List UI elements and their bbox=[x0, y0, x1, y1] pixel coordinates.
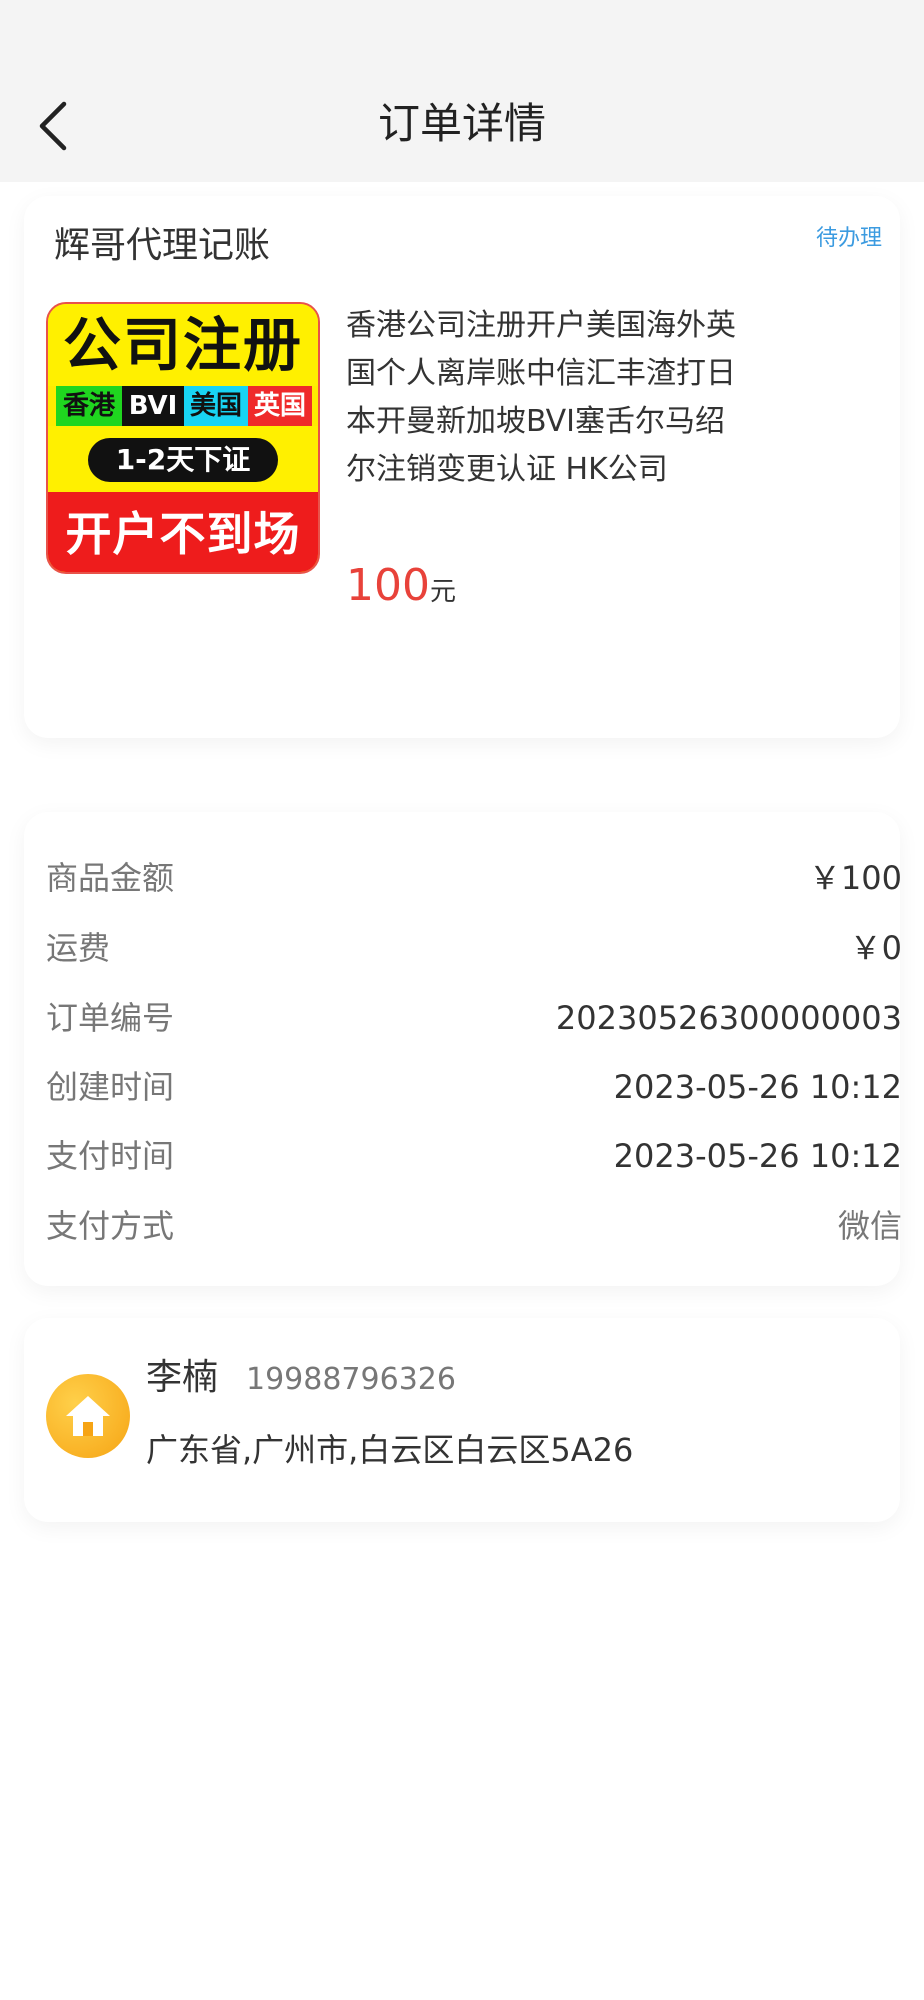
product-image-tag: 香港 bbox=[56, 386, 122, 426]
top-bar: 订单详情 bbox=[0, 0, 924, 182]
price-unit: 元 bbox=[429, 577, 456, 607]
detail-row-created-time: 创建时间 2023-05-26 10:12 bbox=[46, 1061, 902, 1113]
detail-row-goods-amount: 商品金额 ￥100 bbox=[46, 852, 902, 904]
product-image-tag: 英国 bbox=[248, 386, 312, 426]
product-image[interactable]: 公司注册 香港 BVI 美国 英国 1-2天下证 开户不到场 bbox=[46, 302, 320, 574]
detail-label: 创建时间 bbox=[46, 1068, 175, 1106]
detail-label: 订单编号 bbox=[46, 999, 175, 1037]
shipping-address: 广东省,广州市,白云区白云区5A26 bbox=[146, 1431, 634, 1469]
detail-label: 运费 bbox=[46, 929, 111, 967]
product-image-tag: BVI bbox=[122, 386, 184, 426]
contact-name: 李楠 bbox=[146, 1357, 219, 1398]
detail-value: 2023-05-26 10:12 bbox=[613, 1068, 902, 1106]
detail-label: 商品金额 bbox=[46, 859, 175, 897]
detail-value: ￥0 bbox=[849, 929, 902, 967]
detail-value: ￥100 bbox=[808, 859, 902, 897]
detail-row-order-number: 订单编号 20230526300000003 bbox=[46, 992, 902, 1044]
store-name: 辉哥代理记账 bbox=[54, 225, 271, 266]
product-title[interactable]: 香港公司注册开户美国海外英国个人离岸账中信汇丰渣打日本开曼新加坡BVI塞舌尔马绍… bbox=[346, 302, 736, 494]
order-details-card: 商品金额 ￥100 运费 ￥0 订单编号 20230526300000003 创… bbox=[24, 812, 902, 1286]
detail-value[interactable]: 20230526300000003 bbox=[556, 992, 902, 1044]
detail-value: 2023-05-26 10:12 bbox=[613, 1137, 902, 1175]
page-title: 订单详情 bbox=[377, 99, 546, 148]
detail-row-shipping: 运费 ￥0 bbox=[46, 922, 902, 974]
product-image-headline: 公司注册 bbox=[48, 304, 318, 386]
product-image-tags: 香港 BVI 美国 英国 bbox=[56, 386, 312, 426]
detail-value: 微信 bbox=[837, 1207, 902, 1245]
detail-label: 支付方式 bbox=[46, 1207, 175, 1245]
detail-row-paid-time: 支付时间 2023-05-26 10:12 bbox=[46, 1130, 902, 1182]
product-price: 100元 bbox=[346, 556, 456, 622]
detail-label: 支付时间 bbox=[46, 1137, 175, 1175]
product-card[interactable]: 辉哥代理记账 待办理 公司注册 香港 BVI 美国 英国 1-2天下证 开户不到… bbox=[24, 196, 900, 738]
price-amount: 100 bbox=[346, 560, 430, 611]
contact-phone: 19988796326 bbox=[246, 1362, 456, 1397]
status-badge: 待办理 bbox=[815, 226, 882, 251]
home-icon bbox=[46, 1374, 130, 1458]
product-image-tag: 美国 bbox=[184, 386, 248, 426]
product-image-pill: 1-2天下证 bbox=[88, 438, 278, 482]
address-card[interactable]: 李楠 19988796326 广东省,广州市,白云区白云区5A26 bbox=[24, 1318, 900, 1522]
product-image-bottom: 开户不到场 bbox=[48, 492, 318, 572]
detail-row-payment-method: 支付方式 微信 bbox=[46, 1200, 902, 1252]
